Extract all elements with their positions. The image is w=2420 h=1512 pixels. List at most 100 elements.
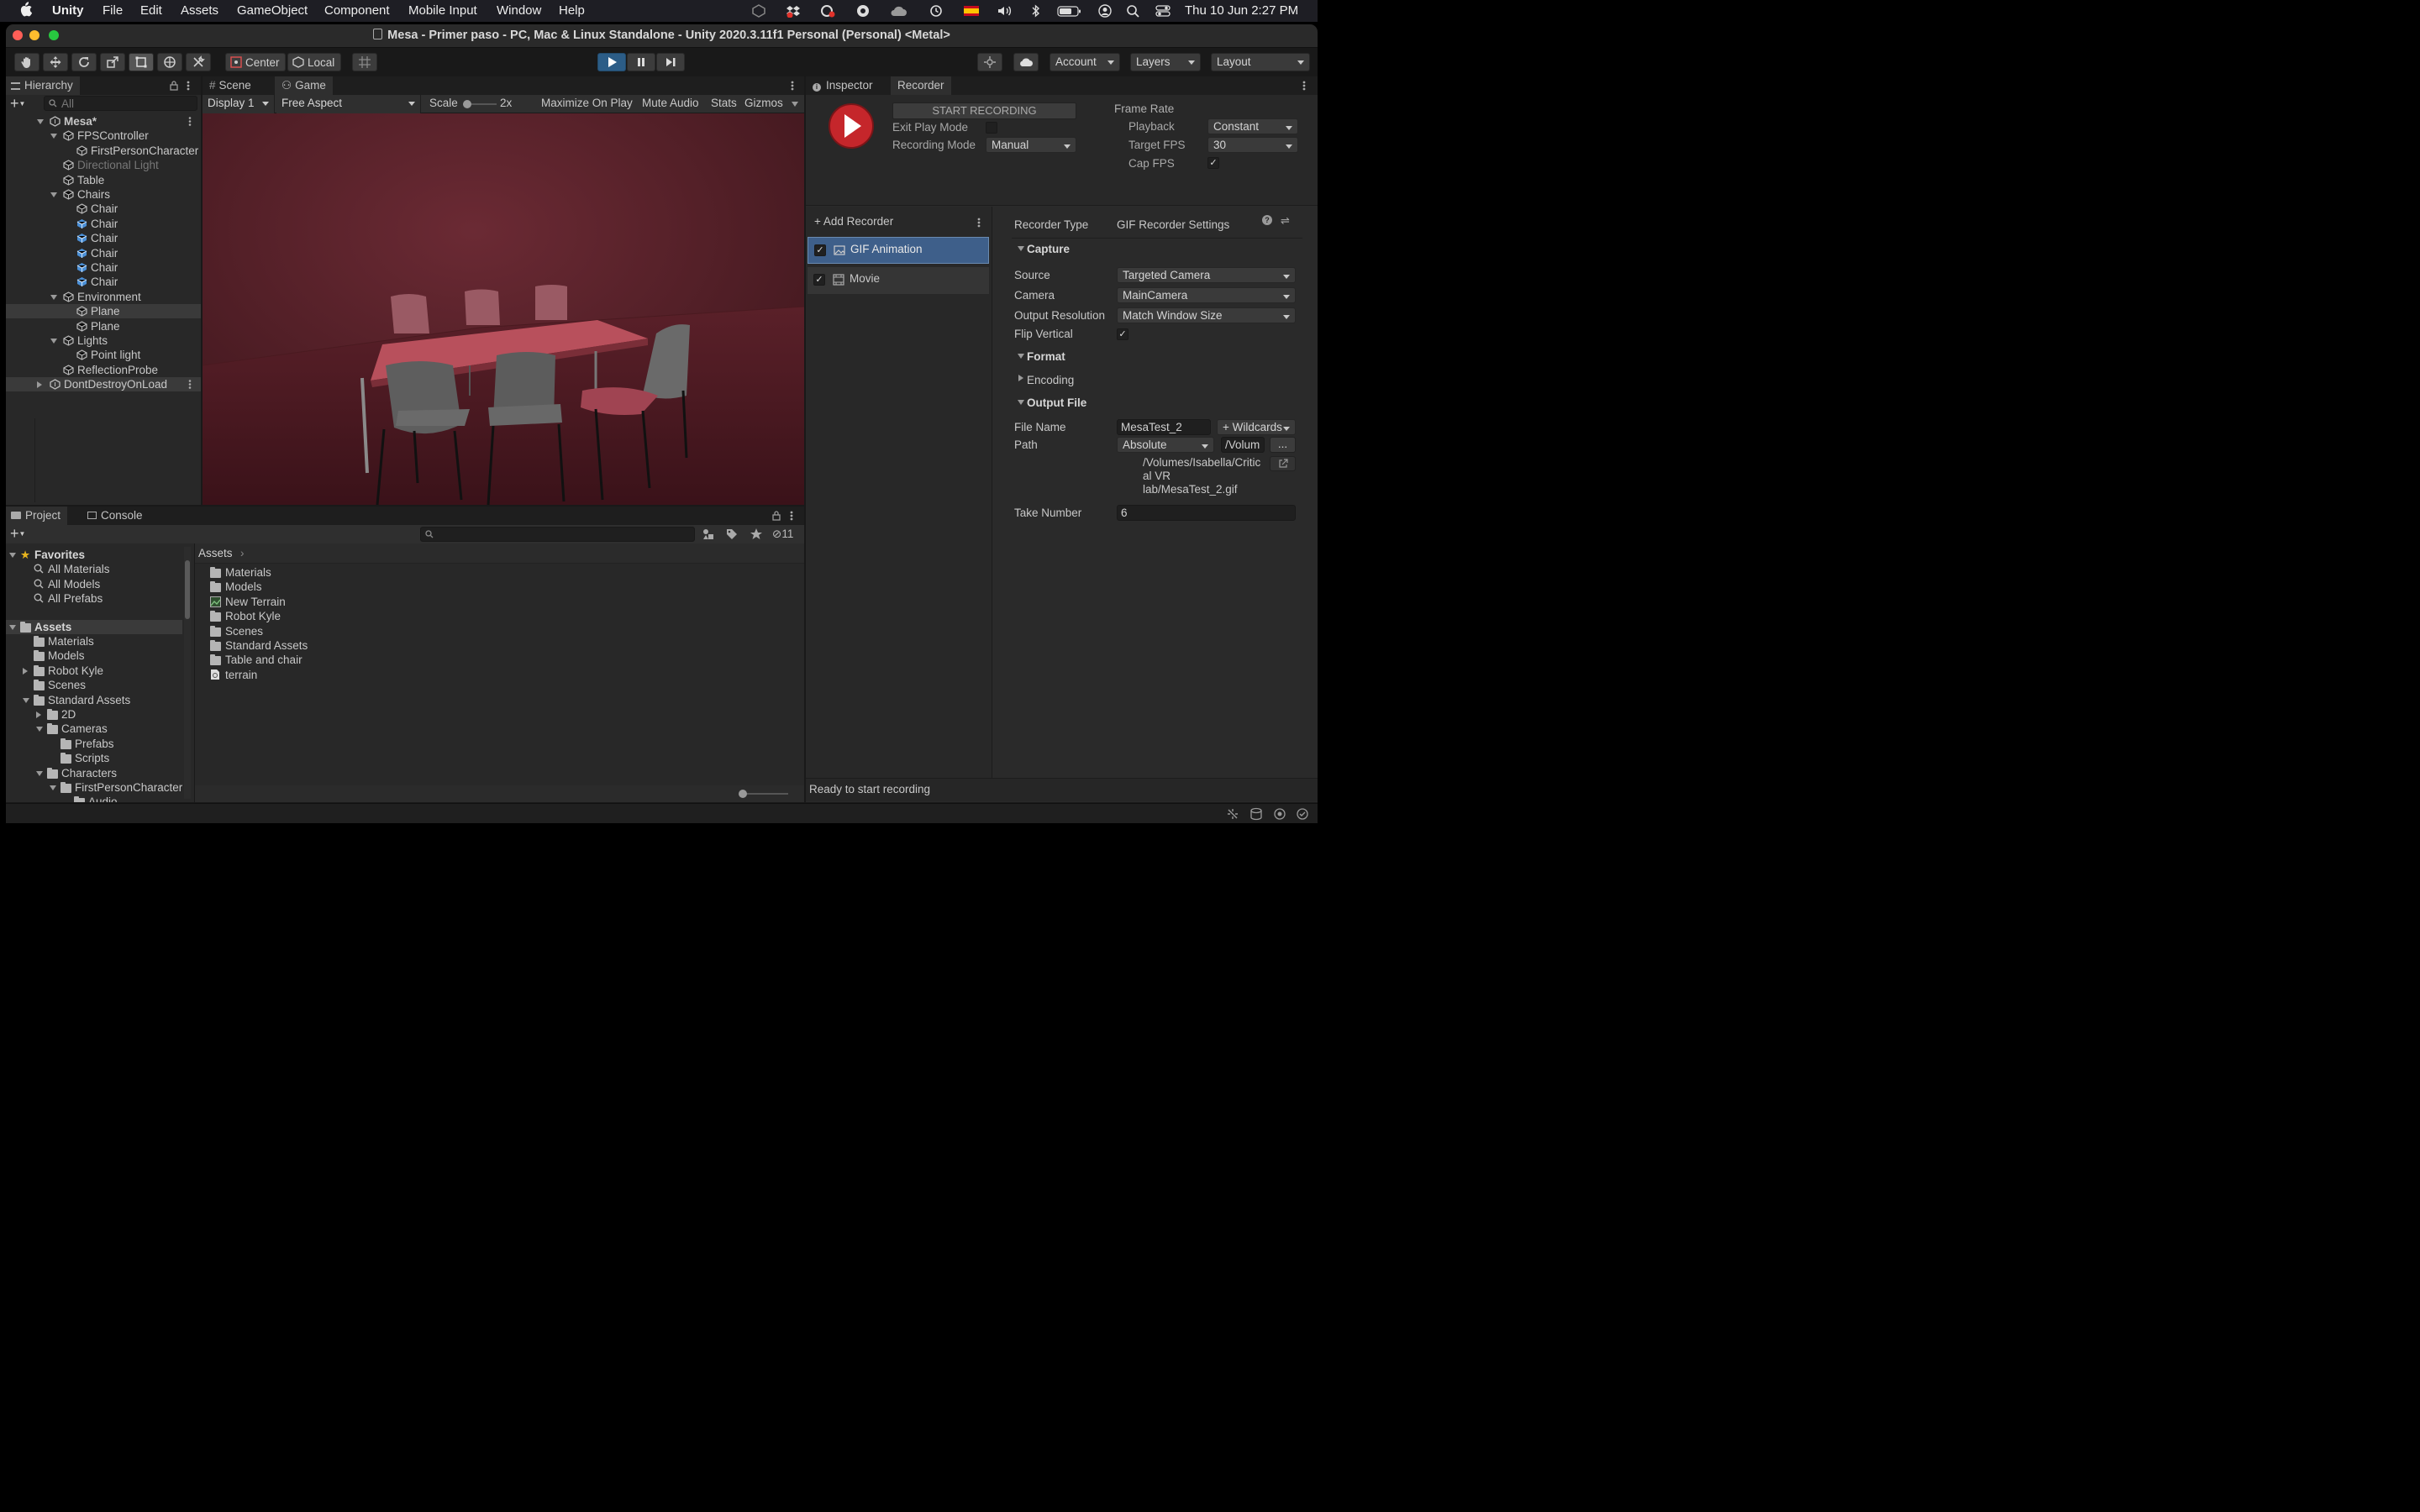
stats-toggle[interactable]: Stats — [711, 97, 737, 109]
project-tree-row[interactable]: All Prefabs — [6, 591, 182, 606]
gif-enabled-checkbox[interactable]: ✓ — [814, 244, 826, 256]
asset-row[interactable]: Materials — [195, 565, 531, 580]
inspector-menu-icon[interactable] — [1302, 80, 1306, 92]
playback-dropdown[interactable]: Constant — [1207, 118, 1298, 134]
expand-arrow-icon[interactable] — [23, 697, 29, 703]
maximize-on-play-toggle[interactable]: Maximize On Play — [541, 97, 633, 109]
battery-icon[interactable] — [1057, 4, 1082, 18]
project-tree-scroll-thumb[interactable] — [185, 560, 190, 619]
expand-arrow-icon[interactable] — [23, 667, 28, 675]
project-tree-row[interactable]: All Models — [6, 577, 182, 591]
wildcards-dropdown[interactable]: + Wildcards — [1217, 419, 1296, 435]
record-play-button[interactable] — [828, 102, 875, 150]
mute-audio-toggle[interactable]: Mute Audio — [642, 97, 699, 109]
hierarchy-row[interactable]: Chair — [6, 275, 201, 289]
project-menu-icon[interactable] — [790, 510, 793, 522]
asset-row[interactable]: Models — [195, 580, 531, 594]
hierarchy-menu-icon[interactable] — [187, 80, 190, 92]
debug-mode-icon[interactable] — [1273, 807, 1286, 821]
project-tree-row[interactable]: Standard Assets — [6, 693, 182, 707]
display-dropdown[interactable]: Display 1 — [203, 95, 275, 113]
spotlight-search-icon[interactable] — [1126, 4, 1141, 18]
recorder-item-gif[interactable]: ✓ GIF Animation — [808, 237, 989, 264]
scale-slider[interactable] — [463, 100, 497, 108]
expand-arrow-icon[interactable] — [50, 339, 57, 344]
lock-icon[interactable] — [170, 81, 178, 91]
exit-play-mode-checkbox[interactable] — [986, 122, 997, 134]
play-button[interactable] — [597, 53, 626, 71]
project-tree-row[interactable]: Characters — [6, 766, 182, 780]
hierarchy-row[interactable]: FirstPersonCharacter — [6, 144, 201, 158]
output-resolution-dropdown[interactable]: Match Window Size — [1117, 307, 1296, 323]
project-create-button[interactable]: +▼ — [10, 526, 25, 541]
cloud-upload-icon[interactable] — [889, 4, 907, 18]
tab-hierarchy[interactable]: Hierarchy — [6, 76, 80, 95]
apple-icon[interactable] — [18, 2, 32, 17]
project-tree-row[interactable]: Robot Kyle — [6, 664, 182, 678]
search-by-label-icon[interactable] — [725, 528, 739, 541]
menu-gameobject[interactable]: GameObject — [237, 3, 308, 18]
project-tree-row[interactable]: Cameras — [6, 722, 182, 736]
source-dropdown[interactable]: Targeted Camera — [1117, 267, 1296, 283]
format-section-header[interactable]: Format — [1027, 350, 1065, 363]
recording-mode-dropdown[interactable]: Manual — [986, 137, 1076, 153]
path-input[interactable]: /Volum — [1221, 437, 1265, 453]
game-menu-icon[interactable] — [791, 80, 794, 92]
creative-cloud-status-icon[interactable] — [819, 4, 835, 18]
expand-arrow-icon[interactable] — [50, 192, 57, 197]
user-account-icon[interactable] — [1097, 4, 1113, 18]
pivot-local-toggle[interactable]: Local — [287, 53, 341, 71]
menu-assets[interactable]: Assets — [181, 3, 218, 18]
hierarchy-row[interactable]: Chairs — [6, 187, 201, 202]
move-tool-button[interactable] — [43, 53, 68, 71]
flip-vertical-checkbox[interactable]: ✓ — [1117, 328, 1128, 340]
project-tree-row[interactable]: Materials — [6, 634, 182, 648]
output-file-foldout-arrow[interactable] — [1018, 400, 1024, 405]
game-viewport[interactable] — [203, 113, 804, 505]
expand-arrow-icon[interactable] — [50, 134, 57, 139]
layout-dropdown[interactable]: Layout — [1211, 53, 1310, 71]
tab-scene[interactable]: # Scene — [203, 76, 258, 95]
expand-arrow-icon[interactable] — [36, 727, 43, 732]
rotate-tool-button[interactable] — [71, 53, 97, 71]
tab-recorder[interactable]: Recorder — [891, 76, 951, 95]
project-search-input[interactable] — [420, 527, 695, 542]
format-foldout-arrow[interactable] — [1018, 354, 1024, 359]
target-fps-dropdown[interactable]: 30 — [1207, 137, 1298, 153]
recorder-list-menu-icon[interactable] — [977, 217, 981, 228]
hierarchy-row[interactable]: Table — [6, 173, 201, 187]
aspect-dropdown[interactable]: Free Aspect — [276, 95, 421, 113]
project-tree-row[interactable]: Prefabs — [6, 737, 182, 751]
encoding-foldout-arrow[interactable] — [1018, 375, 1023, 381]
menu-help[interactable]: Help — [559, 3, 585, 18]
custom-tool-button[interactable] — [186, 53, 211, 71]
expand-arrow-icon[interactable] — [9, 624, 16, 630]
tab-game[interactable]: ⚇ Game — [275, 76, 333, 95]
encoding-foldout[interactable]: Encoding — [1027, 374, 1074, 386]
sync-status-icon[interactable] — [855, 4, 871, 18]
project-tree-row[interactable]: Audio — [6, 795, 182, 802]
project-tree-row[interactable]: Scripts — [6, 751, 182, 765]
menubar-clock[interactable]: Thu 10 Jun 2:27 PM — [1185, 3, 1298, 18]
menu-file[interactable]: File — [103, 3, 123, 18]
hierarchy-row[interactable]: Chair — [6, 202, 201, 216]
hierarchy-row[interactable]: Point light — [6, 348, 201, 362]
hierarchy-row[interactable]: ReflectionProbe — [6, 363, 201, 377]
project-tree-row[interactable]: All Materials — [6, 562, 182, 576]
tab-project[interactable]: Project — [6, 507, 68, 525]
project-tree-row[interactable]: 2D — [6, 707, 182, 722]
browse-path-button[interactable]: ... — [1270, 437, 1296, 453]
progress-check-icon[interactable] — [1296, 807, 1309, 821]
menu-app-unity[interactable]: Unity — [52, 3, 84, 18]
asset-row[interactable]: Scenes — [195, 624, 531, 638]
expand-arrow-icon[interactable] — [36, 711, 41, 718]
hierarchy-row[interactable]: Environment — [6, 290, 201, 304]
tab-console[interactable]: Console — [81, 507, 150, 525]
scale-tool-button[interactable] — [100, 53, 125, 71]
add-recorder-button[interactable]: + Add Recorder — [814, 215, 893, 228]
expand-arrow-icon[interactable] — [9, 553, 16, 558]
create-plus-button[interactable]: +▼ — [10, 96, 34, 111]
hierarchy-row[interactable]: Chair — [6, 231, 201, 245]
settings-sliders-icon[interactable]: ⇌ — [1281, 214, 1290, 228]
cache-server-icon[interactable] — [1249, 807, 1263, 821]
